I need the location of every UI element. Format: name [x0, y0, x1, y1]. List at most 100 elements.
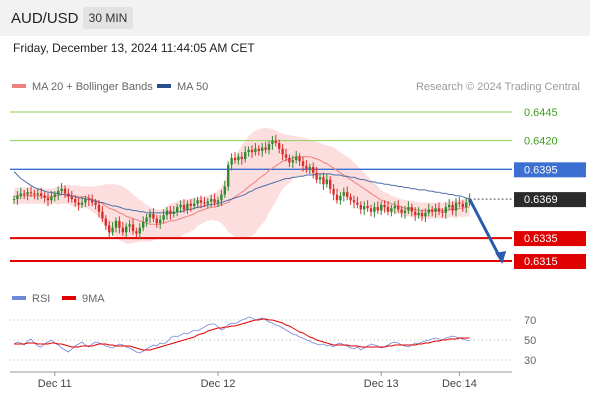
- candle-body: [94, 202, 97, 205]
- bollinger-bands: [14, 128, 470, 244]
- legend-swatch: [62, 296, 76, 300]
- candle-body: [465, 202, 468, 208]
- rsi-lines: [13, 316, 470, 354]
- candle-body: [278, 142, 281, 149]
- candle-body: [397, 205, 400, 210]
- candle-body: [240, 156, 243, 159]
- candle-body: [33, 193, 36, 195]
- legend-label: 9MA: [82, 293, 105, 305]
- candle-body: [213, 199, 216, 203]
- candle-body: [142, 222, 145, 228]
- candle-body: [57, 191, 60, 195]
- candle-body: [400, 209, 403, 213]
- candle-body: [182, 204, 186, 210]
- candle-body: [264, 147, 267, 150]
- candle-body: [152, 214, 155, 219]
- candle-body: [206, 201, 209, 204]
- candle-body: [227, 164, 230, 187]
- rsi-legend: RSI 9MA: [12, 293, 105, 305]
- time-axis-label: Dec 12: [201, 378, 236, 390]
- watermark: Research © 2024 Trading Central: [416, 81, 580, 93]
- candle-body: [420, 212, 424, 217]
- candle-body: [84, 199, 87, 203]
- rsi-ma9-line: [14, 318, 470, 351]
- candle-body: [26, 192, 29, 195]
- candle-body: [162, 215, 165, 220]
- legend-swatch: [12, 296, 26, 300]
- candle-body: [441, 211, 444, 213]
- candle-body: [155, 218, 158, 224]
- candle-body: [261, 147, 264, 151]
- rsi-tick-label: 70: [524, 315, 536, 327]
- candle-body: [29, 192, 33, 194]
- time-axis: Dec 11 Dec 12 Dec 13 Dec 14: [10, 371, 512, 390]
- candle-body: [322, 177, 325, 185]
- candle-body: [131, 224, 135, 232]
- candle-body: [172, 211, 175, 214]
- candle-body: [186, 203, 189, 210]
- legend-label: MA 20 + Bollinger Bands: [32, 81, 153, 93]
- candle-body: [210, 199, 213, 202]
- candle-body: [114, 220, 118, 228]
- candle-body: [247, 149, 250, 153]
- level-label: 0.6335: [524, 233, 558, 245]
- candle-body: [128, 224, 131, 227]
- legend-label: MA 50: [177, 81, 208, 93]
- candle-body: [393, 205, 396, 209]
- candle-body: [199, 200, 203, 203]
- price-legend: MA 20 + Bollinger Bands MA 50: [12, 81, 208, 93]
- candle-body: [104, 218, 107, 226]
- candle-body: [87, 199, 90, 201]
- candle-body: [301, 161, 305, 166]
- candle-body: [80, 202, 84, 205]
- candle-body: [461, 203, 464, 208]
- candle-body: [380, 204, 383, 211]
- candle-body: [444, 207, 447, 213]
- candle-body: [342, 192, 345, 196]
- rsi-line: [13, 316, 470, 354]
- candle-body: [237, 156, 240, 161]
- candle-body: [376, 207, 379, 211]
- candle-body: [97, 204, 101, 212]
- candle-body: [332, 188, 335, 195]
- candle-body: [50, 196, 53, 201]
- candle-body: [16, 195, 19, 200]
- candle-body: [196, 200, 199, 204]
- forecast-arrow-shaft: [468, 198, 502, 259]
- candle-body: [431, 209, 434, 212]
- candle-body: [448, 204, 451, 208]
- candle-body: [267, 144, 271, 150]
- candle-body: [77, 202, 80, 205]
- candle-body: [325, 179, 328, 185]
- candle-body: [23, 193, 26, 195]
- candle-body: [203, 202, 206, 204]
- candle-body: [165, 210, 169, 216]
- candle-body: [383, 204, 386, 208]
- candle-body: [458, 202, 461, 204]
- candle-body: [230, 157, 233, 165]
- candle-body: [53, 194, 56, 197]
- candle-body: [318, 177, 322, 180]
- time-axis-label: Dec 13: [364, 378, 399, 390]
- candle-body: [118, 220, 121, 228]
- candle-body: [335, 194, 339, 201]
- time-axis-label: Dec 11: [38, 378, 72, 390]
- candle-body: [298, 156, 301, 162]
- candle-body: [43, 195, 46, 198]
- candle-body: [67, 193, 70, 197]
- level-label: 0.6369: [524, 194, 558, 206]
- rsi-tick-label: 30: [524, 355, 536, 367]
- candle-body: [291, 160, 294, 163]
- rsi-grid: 70 50 30: [10, 315, 536, 367]
- candle-body: [352, 200, 356, 203]
- candle-body: [366, 205, 369, 209]
- candle-body: [407, 207, 410, 211]
- candle-body: [12, 199, 16, 201]
- candle-body: [363, 205, 366, 210]
- candle-body: [233, 157, 237, 161]
- candle-body: [46, 197, 50, 201]
- candle-body: [91, 200, 94, 203]
- candle-body: [386, 207, 390, 212]
- level-label: 0.6445: [524, 107, 558, 119]
- candle-body: [60, 188, 63, 192]
